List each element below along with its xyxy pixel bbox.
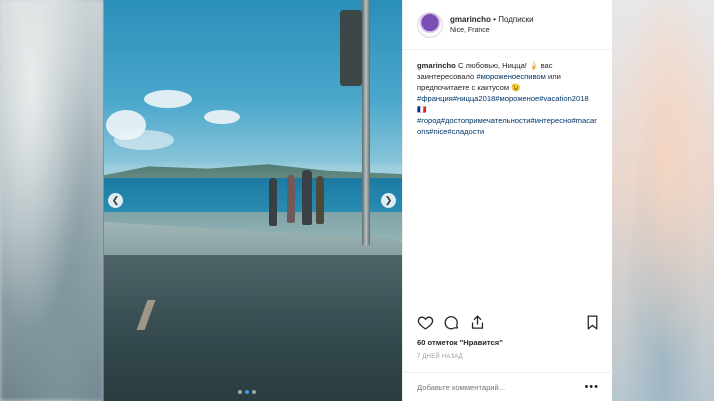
person: [287, 175, 295, 223]
carousel-dot: [238, 390, 242, 394]
comment-bar: •••: [403, 372, 613, 401]
blurred-background-right: [612, 0, 714, 401]
person: [316, 176, 324, 224]
post-timestamp: 7 ДНЕЙ НАЗАД: [417, 354, 463, 360]
blurred-background-left: [0, 0, 104, 401]
carousel-next-button[interactable]: ❯: [381, 193, 396, 208]
post-caption: gmarincho С любовью, Ницца! 🍦 вас заинте…: [403, 50, 612, 302]
user-block: gmarincho • Подписки Nice, France: [450, 15, 534, 34]
carousel-dot-active: [245, 390, 249, 394]
hashtag-link[interactable]: #мороженоеспивом: [476, 72, 546, 81]
share-icon[interactable]: [469, 314, 486, 331]
comment-input[interactable]: [417, 382, 585, 392]
carousel-dot: [252, 390, 256, 394]
likes-count[interactable]: 60 отметок "Нравится": [417, 338, 503, 347]
hashtag-links[interactable]: #город#достопримечательности#интересно#m…: [417, 115, 598, 137]
bookmark-icon[interactable]: [584, 314, 601, 331]
carousel-prev-button[interactable]: ❮: [108, 193, 123, 208]
person: [302, 170, 312, 225]
username-link[interactable]: gmarincho: [450, 15, 491, 24]
comment-icon[interactable]: [443, 314, 460, 331]
post-photo[interactable]: [104, 0, 402, 401]
location-link[interactable]: Nice, France: [450, 27, 534, 34]
post-header: gmarincho • Подписки Nice, France: [403, 0, 612, 50]
avatar[interactable]: [417, 11, 443, 38]
caption-author-link[interactable]: gmarincho: [417, 61, 456, 70]
traffic-light: [340, 10, 362, 86]
person: [269, 178, 277, 226]
action-bar: [417, 314, 601, 331]
chevron-left-icon: ❮: [111, 195, 120, 205]
heart-icon[interactable]: [417, 314, 434, 331]
chevron-right-icon: ❯: [384, 195, 393, 205]
post-side-panel: gmarincho • Подписки Nice, France gmarin…: [402, 0, 613, 401]
user-line: gmarincho • Подписки: [450, 15, 534, 24]
separator-dot: •: [493, 15, 496, 24]
more-options-icon[interactable]: •••: [584, 381, 599, 393]
hashtag-links[interactable]: #франция#ницца2018#мороженое#vacation201…: [417, 93, 598, 115]
traffic-light-pole: [362, 0, 370, 245]
following-button[interactable]: Подписки: [498, 15, 533, 24]
road: [104, 255, 402, 401]
carousel-indicator: [238, 390, 256, 394]
